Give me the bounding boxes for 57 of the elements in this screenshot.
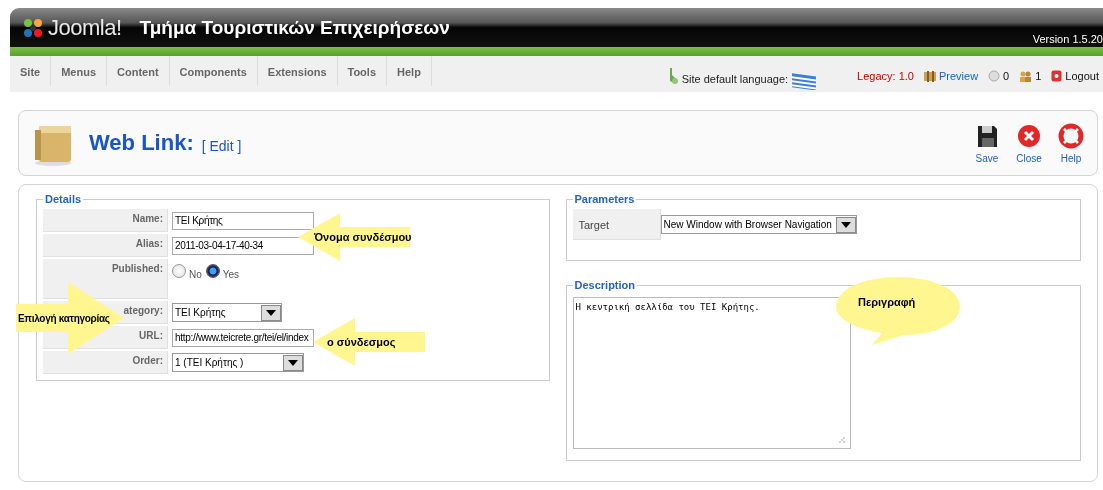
caret-icon <box>835 216 856 233</box>
close-icon <box>1016 122 1042 149</box>
menu-item[interactable]: Site <box>10 56 52 86</box>
version-text: Version 1.5.20 <box>1032 33 1103 45</box>
edit-link[interactable]: [ Edit ] <box>201 138 242 154</box>
language-label: Site default language: <box>681 73 789 85</box>
annotation-text: Όνομα συνδέσμου <box>314 231 412 243</box>
field-label: Published: <box>111 263 163 274</box>
radio-option[interactable]: Yes <box>205 261 240 280</box>
text-field[interactable]: http://www.teicrete.gr/tei/el/index <box>172 328 314 347</box>
field-label: Target <box>578 219 610 231</box>
description-field[interactable]: Η κεντρική σελλίδα του TEI Κρήτης. <box>572 297 851 449</box>
annotation-text: Περιγραφή <box>858 296 916 308</box>
annotation-text: ο σύνδεσμος <box>327 336 396 348</box>
radio-button[interactable] <box>205 263 220 278</box>
logout-icon <box>1051 70 1063 82</box>
message-icon <box>988 70 1001 82</box>
legacy-text: Legacy: 1.0 <box>857 70 914 82</box>
user-count: 1 <box>1035 70 1042 82</box>
field-label: Order: <box>132 355 163 366</box>
preview-link[interactable]: Preview <box>923 70 979 82</box>
section-legend: Parameters <box>572 193 637 205</box>
menu-item[interactable]: Menus <box>51 56 108 86</box>
section-legend: Details <box>43 193 84 205</box>
field-label: URL: <box>139 330 163 341</box>
radio-button[interactable] <box>172 263 186 278</box>
caret-icon <box>261 304 281 321</box>
field-label: Name: <box>132 213 163 224</box>
logout-link[interactable]: Logout <box>1051 70 1099 82</box>
dropdown[interactable]: TEI Κρήτης <box>172 303 282 322</box>
field-label: Alias: <box>135 238 163 249</box>
dropdown[interactable]: 1 (TEI Κρήτης ) <box>172 353 304 372</box>
resize-grip-icon <box>837 436 846 444</box>
joomla-logo-icon <box>22 16 44 39</box>
menu-item[interactable]: Content <box>107 56 170 86</box>
page-title: Web Link: <box>89 130 194 156</box>
radio-option[interactable]: No <box>172 261 202 280</box>
lifebuoy-icon <box>1058 122 1084 149</box>
message-count: 0 <box>1003 70 1010 82</box>
menu-item[interactable]: Components <box>169 56 258 86</box>
flag-icon <box>791 72 818 90</box>
dropdown[interactable]: New Window with Browser Navigation <box>660 215 857 234</box>
users-icon <box>1019 70 1033 82</box>
menu-item[interactable]: Help <box>387 56 432 86</box>
text-field[interactable]: 2011-03-04-17-40-34 <box>172 236 314 255</box>
site-title: Τμήμα Τουριστικών Επιχειρήσεων <box>139 16 450 39</box>
field-label: ategory: <box>123 305 163 316</box>
section-legend: Description <box>572 279 637 291</box>
annotation-text: Επιλογή κατηγορίας <box>18 312 110 324</box>
menu-item[interactable]: Extensions <box>257 56 338 86</box>
save-button[interactable]: Save <box>971 122 1003 164</box>
caret-icon <box>283 354 303 371</box>
help-button[interactable]: Help <box>1055 122 1087 164</box>
logo-text: Joomla! <box>48 14 122 41</box>
menu-item[interactable]: Tools <box>337 56 387 86</box>
text-field[interactable]: TEI Κρήτης <box>172 211 314 230</box>
close-button[interactable]: Close <box>1013 122 1045 164</box>
